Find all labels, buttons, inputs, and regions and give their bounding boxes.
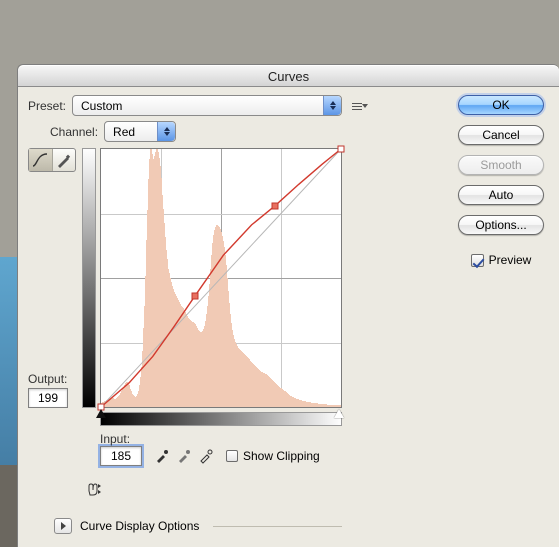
options-button[interactable]: Options... [458, 215, 544, 235]
tool-column: Output: 199 [28, 148, 76, 408]
below-graph-row: Input: 185 Show Clipping [100, 432, 400, 466]
divider [213, 526, 342, 527]
preview-row[interactable]: Preview [453, 253, 549, 267]
right-button-column: OK Cancel Smooth Auto Options... Preview [453, 95, 549, 267]
on-image-adjust-tool[interactable] [82, 480, 108, 500]
ok-button[interactable]: OK [458, 95, 544, 115]
black-eyedropper-icon[interactable] [154, 448, 170, 464]
channel-row: Channel: Red [50, 121, 439, 142]
dialog-title: Curves [18, 65, 559, 87]
input-gradient [100, 412, 342, 426]
dialog-body: OK Cancel Smooth Auto Options... Preview… [28, 95, 549, 547]
auto-button[interactable]: Auto [458, 185, 544, 205]
preview-checkbox[interactable] [471, 254, 484, 267]
output-field[interactable]: 199 [28, 388, 68, 408]
preset-row: Preset: Custom [28, 95, 439, 116]
output-gradient [82, 148, 96, 408]
white-point-slider-icon[interactable] [334, 409, 344, 418]
curve-graph[interactable] [100, 148, 342, 408]
white-eyedropper-icon[interactable] [198, 448, 214, 464]
show-clipping-label: Show Clipping [243, 449, 320, 463]
curve-svg [101, 149, 341, 407]
gray-eyedropper-icon[interactable] [176, 448, 192, 464]
preset-value: Custom [81, 99, 122, 113]
input-label: Input: [100, 432, 142, 446]
eyedropper-group [154, 448, 214, 464]
left-column: Preset: Custom Channel: Red [28, 95, 439, 547]
chevron-right-icon [61, 522, 66, 530]
smooth-button: Smooth [458, 155, 544, 175]
channel-select[interactable]: Red [104, 121, 176, 142]
disclosure-row: Curve Display Options [54, 518, 342, 534]
show-clipping-row[interactable]: Show Clipping [226, 449, 320, 463]
combo-arrows-icon [157, 122, 175, 141]
preview-label: Preview [489, 253, 532, 267]
channel-label: Channel: [50, 125, 98, 139]
curve-tool-pair [28, 148, 76, 172]
show-clipping-checkbox[interactable] [226, 450, 238, 462]
output-label: Output: [28, 372, 76, 386]
pencil-curve-tool[interactable] [53, 149, 76, 171]
input-block: Input: 185 [100, 432, 142, 466]
curve-control-point[interactable] [192, 292, 199, 299]
graph-wrap: Input: 185 Show Clipping [82, 148, 342, 408]
curves-dialog: Curves OK Cancel Smooth Auto Options... … [17, 64, 559, 547]
output-block: Output: 199 [28, 372, 76, 408]
channel-value: Red [113, 125, 135, 139]
disclosure-toggle[interactable] [54, 518, 72, 534]
input-field[interactable]: 185 [100, 446, 142, 466]
cancel-button[interactable]: Cancel [458, 125, 544, 145]
combo-arrows-icon [323, 96, 341, 115]
preset-menu-icon[interactable] [352, 100, 368, 112]
point-curve-tool[interactable] [29, 149, 53, 171]
black-point-slider-icon[interactable] [96, 409, 106, 418]
curve-control-point[interactable] [272, 202, 279, 209]
disclosure-label: Curve Display Options [80, 519, 199, 533]
preset-label: Preset: [28, 99, 66, 113]
graph-zone: Output: 199 [28, 148, 439, 408]
preset-select[interactable]: Custom [72, 95, 342, 116]
curve-control-point[interactable] [338, 146, 345, 153]
